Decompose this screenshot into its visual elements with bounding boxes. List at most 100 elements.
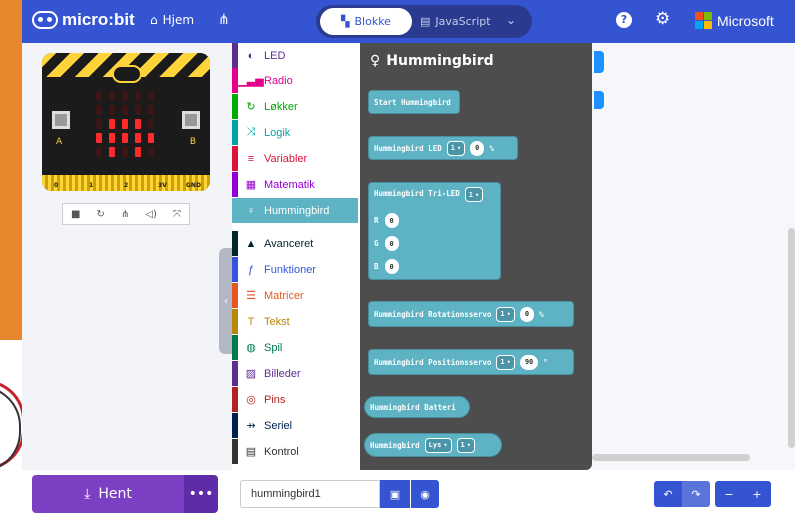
pin-label: 0: [54, 182, 59, 189]
pin-label: 2: [124, 182, 129, 189]
block-hummingbird-tri-led[interactable]: Hummingbird Tri-LED 1 ▾ R0 G0 B0: [368, 182, 501, 280]
more-button[interactable]: •••: [184, 475, 218, 513]
stop-icon[interactable]: ■: [71, 209, 80, 220]
zoom-in-button[interactable]: +: [743, 481, 771, 507]
toolbox-category-pins[interactable]: ◎ Pins: [232, 387, 358, 412]
block-hummingbird-led[interactable]: Hummingbird LED 1 ▾ 0 %: [368, 136, 518, 160]
block-start-hummingbird[interactable]: Start Hummingbird: [368, 90, 460, 114]
home-button[interactable]: ⌂ Hjem: [150, 13, 194, 27]
port-value: 1: [460, 441, 465, 449]
toolbox-category-tekst[interactable]: T Tekst: [232, 309, 358, 334]
plus-icon: +: [752, 487, 762, 501]
toolbox-category-matricer[interactable]: ☰ Matricer: [232, 283, 358, 308]
gamepad-icon: ◍: [246, 342, 256, 354]
toolbox-category-logik[interactable]: ⤨ Logik: [232, 120, 358, 145]
blocks-workspace[interactable]: [592, 43, 795, 470]
led-pixel: [96, 133, 102, 143]
microsoft-logo[interactable]: Microsoft: [695, 12, 774, 29]
workspace-block-peek[interactable]: [594, 91, 604, 109]
toolbox-category-billeder[interactable]: ▨ Billeder: [232, 361, 358, 386]
port-dropdown[interactable]: 1 ▾: [464, 187, 484, 202]
share-button[interactable]: ⋔: [218, 12, 230, 28]
undo-button[interactable]: ↶: [654, 481, 682, 507]
toolbox-category-hummingbird[interactable]: ♀ Hummingbird: [232, 198, 358, 223]
port-dropdown[interactable]: 1 ▾: [496, 354, 515, 370]
undo-icon: ↶: [663, 487, 673, 501]
port-dropdown[interactable]: 1 ▾: [446, 140, 466, 156]
brand-text: Microsoft: [717, 12, 774, 29]
dropdown-arrow-icon: ▾: [456, 144, 462, 152]
flyout-title: ♀ Hummingbird: [370, 53, 494, 69]
toolbox-category-funktioner[interactable]: ƒ Funktioner: [232, 257, 358, 282]
makecode-editor: micro:bit ⌂ Hjem ⋔ ▚ Blokke ▤ JavaScript…: [22, 0, 795, 518]
collapse-simulator-button[interactable]: ‹: [219, 248, 233, 354]
led-pixel: [135, 133, 141, 143]
toolbox-category-avanceret[interactable]: ▲ Avanceret: [232, 231, 358, 256]
port-dropdown[interactable]: 1 ▾: [456, 437, 475, 453]
button-a[interactable]: [52, 111, 70, 129]
sensor-dropdown[interactable]: Lys ▾: [424, 437, 452, 453]
port-value: 1: [468, 190, 474, 199]
led-pixel: [135, 147, 141, 157]
led-value-input[interactable]: 0: [470, 140, 485, 156]
button-b[interactable]: [182, 111, 200, 129]
g-label: G: [374, 239, 379, 248]
servo-angle-input[interactable]: 90: [519, 354, 539, 370]
port-dropdown[interactable]: 1 ▾: [496, 306, 515, 322]
toolbox-category-løkker[interactable]: ↻ Løkker: [232, 94, 358, 119]
servo-speed-input[interactable]: 0: [519, 306, 535, 322]
block-hummingbird-battery[interactable]: Hummingbird Batteri: [364, 396, 470, 418]
microbit-logo[interactable]: micro:bit: [32, 10, 135, 30]
zoom-out-button[interactable]: −: [715, 481, 743, 507]
toolbox-category-variabler[interactable]: ≡ Variabler: [232, 146, 358, 171]
github-button[interactable]: ◉: [411, 480, 439, 508]
chevron-down-icon[interactable]: ⌄: [506, 13, 516, 27]
block-position-servo[interactable]: Hummingbird Positionsservo 1 ▾ 90 °: [368, 349, 574, 375]
led-pixel: [148, 91, 154, 101]
toolbox-category-kontrol[interactable]: ▤ Kontrol: [232, 439, 358, 464]
block-label: Hummingbird Tri-LED: [374, 189, 460, 198]
workspace-block-peek[interactable]: [594, 51, 604, 73]
tab-javascript[interactable]: ▤ JavaScript: [420, 8, 500, 35]
redo-button[interactable]: ↷: [682, 481, 710, 507]
toolbox-category-seriel[interactable]: ⇸ Seriel: [232, 413, 358, 438]
slowmo-icon[interactable]: ⋔: [121, 209, 129, 220]
board-logo-icon[interactable]: [112, 65, 142, 83]
microbit-face-icon: [32, 11, 58, 29]
workspace-horizontal-scrollbar[interactable]: [592, 454, 750, 461]
download-icon: ⤓: [84, 486, 91, 502]
led-pixel: [135, 105, 141, 115]
led-pixel: [109, 105, 115, 115]
project-name-input[interactable]: [240, 480, 380, 508]
category-label: Matricer: [264, 289, 304, 302]
workspace-vertical-scrollbar[interactable]: [788, 228, 795, 448]
question-icon: ?: [620, 13, 628, 26]
list-icon: ≡: [247, 152, 255, 165]
led-pixel: [122, 147, 128, 157]
toolbox-category-matematik[interactable]: ▦ Matematik: [232, 172, 358, 197]
toolbox-category-spil[interactable]: ◍ Spil: [232, 335, 358, 360]
help-button[interactable]: ?: [616, 12, 632, 28]
mute-icon[interactable]: ◁): [145, 209, 157, 220]
led-matrix: [96, 91, 156, 163]
fullscreen-icon[interactable]: ⤧: [173, 209, 181, 220]
block-hummingbird-sensor[interactable]: Hummingbird Lys ▾ 1 ▾: [364, 433, 502, 457]
tab-blocks[interactable]: ▚ Blokke: [320, 8, 412, 35]
block-rotation-servo[interactable]: Hummingbird Rotationsservo 1 ▾ 0 %: [368, 301, 574, 327]
simulator-controls: ■ ↻ ⋔ ◁) ⤧: [62, 203, 190, 225]
save-icon: ▣: [389, 487, 401, 501]
led-pixel: [96, 91, 102, 101]
led-pixel: [122, 105, 128, 115]
unit-label: °: [543, 357, 548, 367]
blue-input[interactable]: 0: [384, 259, 399, 274]
green-input[interactable]: 0: [384, 236, 399, 251]
save-button[interactable]: ▣: [380, 480, 410, 508]
red-input[interactable]: 0: [384, 213, 399, 228]
toolbox-category-radio[interactable]: ▁▃▅ Radio: [232, 68, 358, 93]
settings-button[interactable]: ⚙: [655, 9, 670, 29]
download-button[interactable]: ⤓ Hent: [32, 475, 184, 513]
usb-icon: ⇸: [246, 420, 256, 432]
restart-icon[interactable]: ↻: [97, 209, 105, 220]
lightbulb-icon: ♀: [370, 53, 381, 69]
toolbox-category-led[interactable]: ◐ LED: [232, 43, 358, 68]
